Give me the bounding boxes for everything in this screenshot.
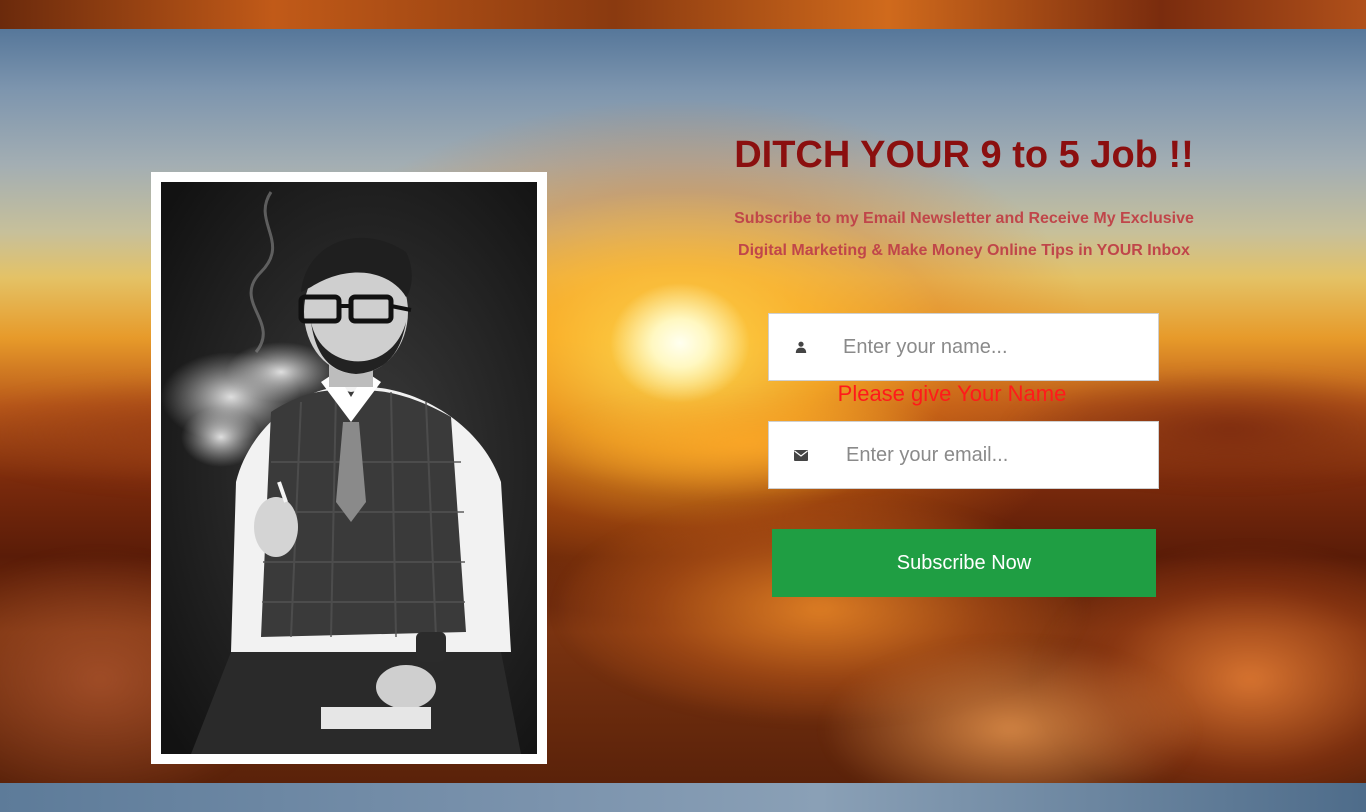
- name-field[interactable]: [768, 313, 1159, 381]
- envelope-icon: [769, 422, 833, 488]
- user-icon: [769, 314, 833, 380]
- background-strip-top: [0, 0, 1366, 29]
- page-headline: DITCH YOUR 9 to 5 Job !!: [734, 134, 1194, 176]
- email-field[interactable]: [768, 421, 1159, 489]
- portrait-photo: [161, 182, 537, 754]
- name-error-message: Please give Your Name: [837, 381, 1067, 406]
- portrait-illustration: [161, 182, 537, 754]
- subheading-line-1: Subscribe to my Email Newsletter and Rec…: [734, 210, 1194, 227]
- background-strip-bottom: [0, 783, 1366, 812]
- subscribe-button[interactable]: Subscribe Now: [772, 529, 1156, 597]
- name-input[interactable]: [833, 314, 1158, 380]
- subheading-line-2: Digital Marketing & Make Money Online Ti…: [738, 242, 1190, 259]
- email-input[interactable]: [833, 422, 1158, 488]
- portrait-frame: [151, 172, 547, 764]
